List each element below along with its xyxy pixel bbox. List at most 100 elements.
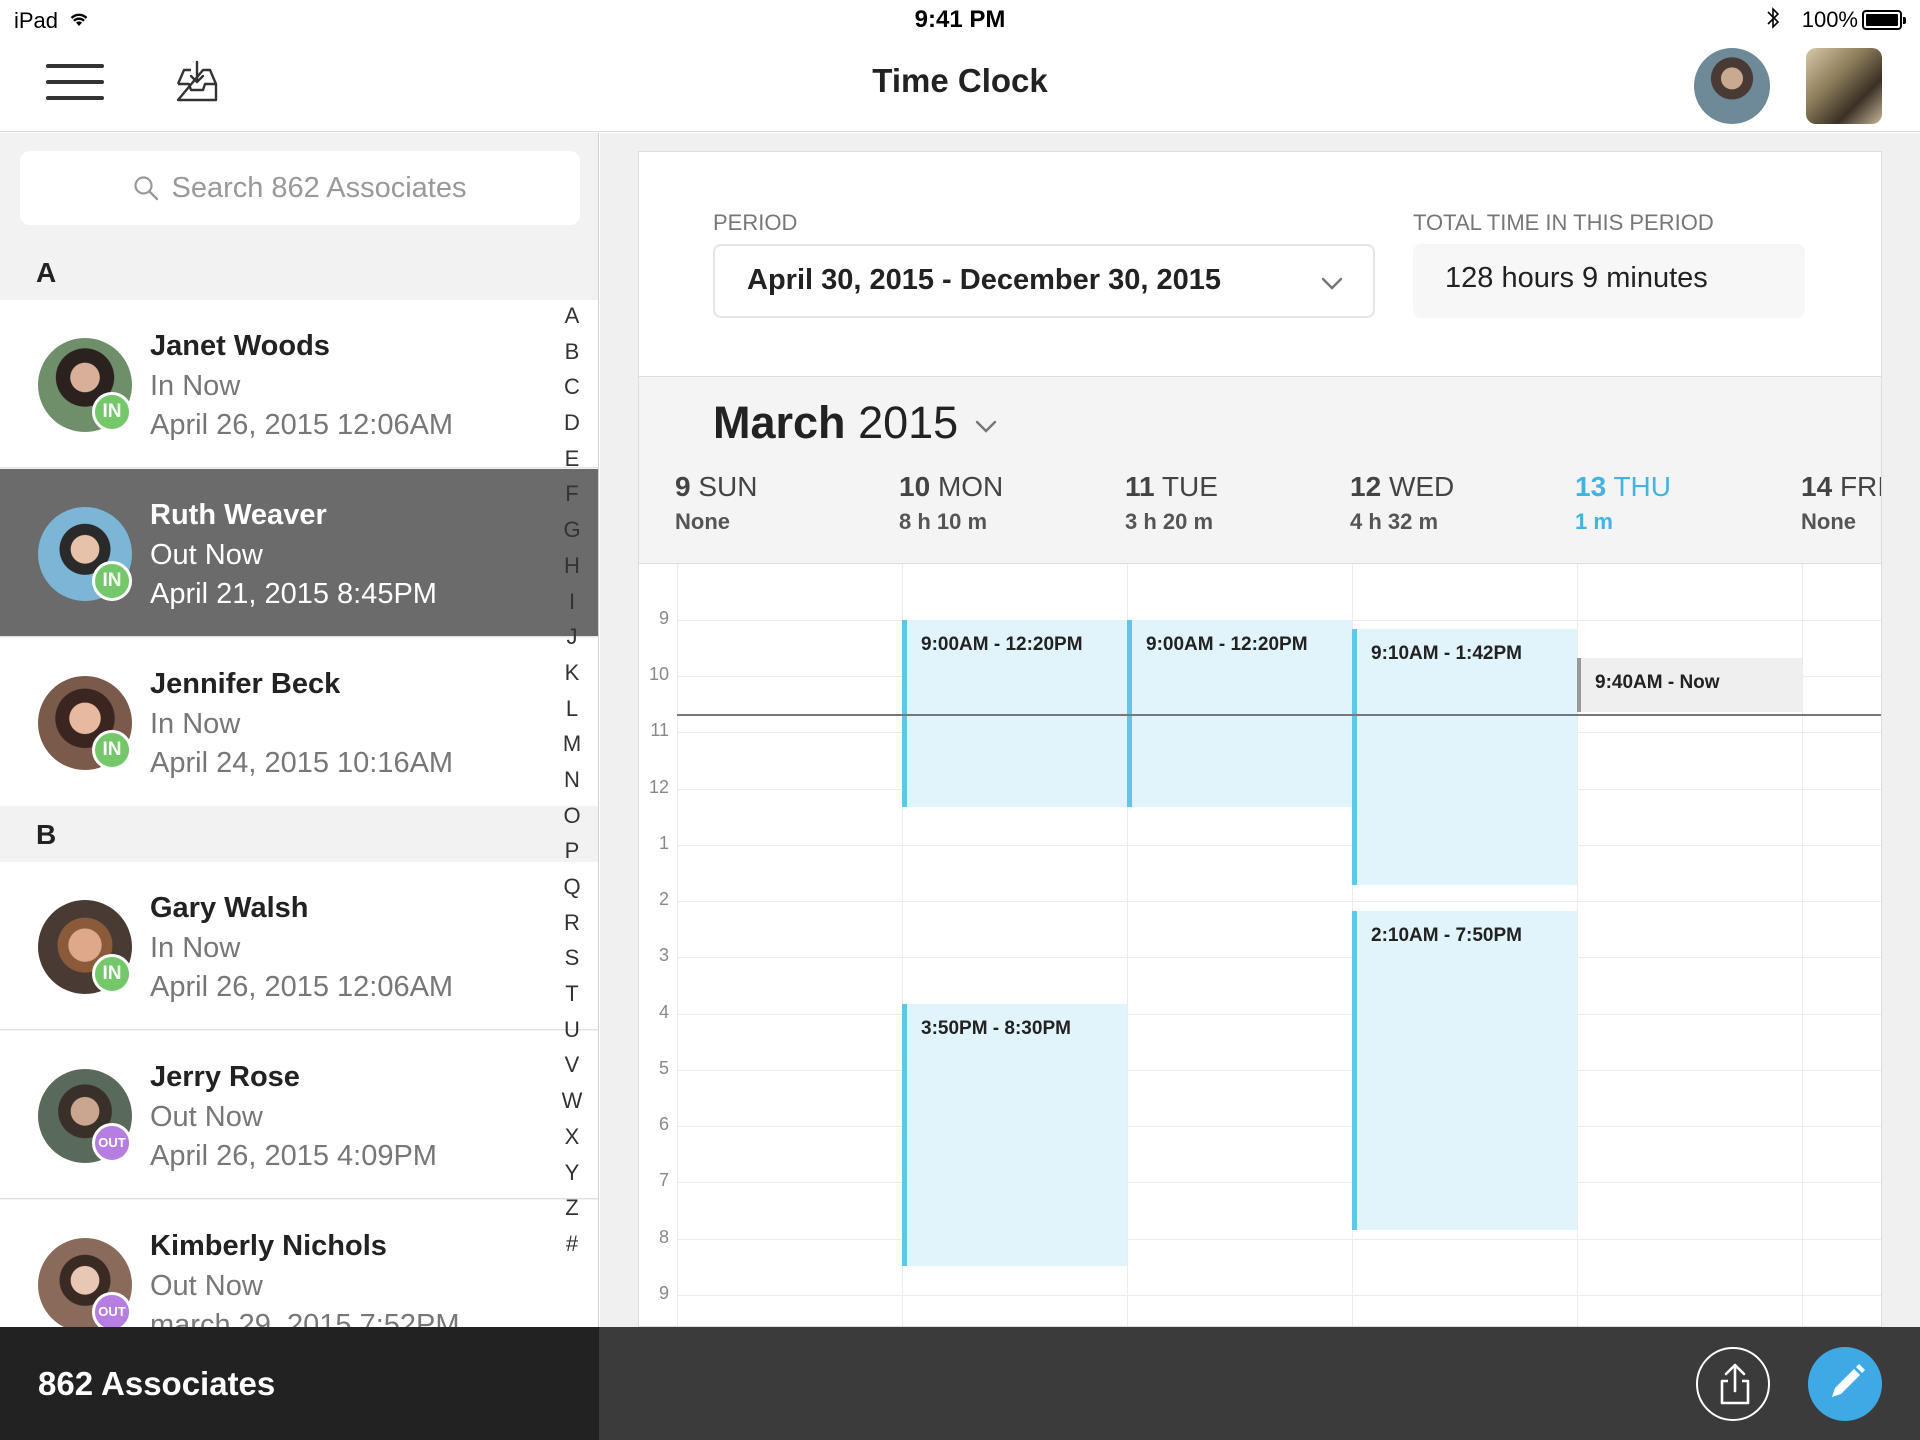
- period-label: PERIOD: [713, 210, 798, 235]
- day-name: MON: [937, 471, 1004, 502]
- day-total: 4 h 32 m: [1350, 509, 1439, 534]
- status-badge: IN: [92, 730, 132, 770]
- list-item-kimberly-nichols[interactable]: OUT Kimberly Nichols Out Now march 29, 2…: [0, 1200, 598, 1327]
- person-name: Kimberly Nichols: [150, 1230, 387, 1262]
- day-column-tue[interactable]: 11 TUE 3 h 20 m: [1125, 471, 1218, 535]
- index-letter[interactable]: E: [552, 446, 592, 482]
- index-letter[interactable]: I: [552, 589, 592, 625]
- index-letter[interactable]: H: [552, 553, 592, 589]
- day-column-wed[interactable]: 12 WED 4 h 32 m: [1350, 471, 1454, 535]
- list-item-gary-walsh[interactable]: IN Gary Walsh In Now April 26, 2015 12:0…: [0, 862, 598, 1030]
- chevron-down-icon: [1321, 277, 1343, 290]
- hour-line: [677, 1239, 1881, 1240]
- day-column-thu[interactable]: 13 THU 1 m: [1575, 471, 1671, 535]
- index-letter[interactable]: U: [552, 1017, 592, 1053]
- day-number: 12: [1350, 471, 1382, 502]
- month-title[interactable]: March 2015: [713, 397, 958, 449]
- hour-label: 11: [650, 720, 669, 740]
- day-number: 14: [1801, 471, 1833, 502]
- index-letter[interactable]: D: [552, 410, 592, 446]
- hour-line: [677, 1126, 1881, 1127]
- time-entry[interactable]: 2:10AM - 7:50PM: [1352, 911, 1577, 1230]
- index-letter[interactable]: X: [552, 1124, 592, 1160]
- index-letter[interactable]: M: [552, 731, 592, 767]
- time-entry[interactable]: 9:10AM - 1:42PM: [1352, 629, 1577, 885]
- person-status: In Now: [150, 932, 241, 964]
- day-column-mon[interactable]: 10 MON 8 h 10 m: [899, 471, 1003, 535]
- active-time-entry[interactable]: 9:40AM - Now: [1577, 658, 1802, 712]
- day-total: 8 h 10 m: [899, 509, 988, 534]
- day-total: 3 h 20 m: [1125, 509, 1214, 534]
- index-letter[interactable]: F: [552, 481, 592, 517]
- chevron-down-icon[interactable]: [973, 413, 999, 439]
- index-letter[interactable]: J: [552, 624, 592, 660]
- total-label: TOTAL TIME IN THIS PERIOD: [1413, 210, 1714, 235]
- index-letter[interactable]: C: [552, 374, 592, 410]
- index-letter[interactable]: #: [552, 1231, 592, 1267]
- person-time: April 26, 2015 12:06AM: [150, 409, 454, 441]
- person-name: Janet Woods: [150, 330, 330, 362]
- day-divider: [677, 564, 678, 1326]
- hour-line: [677, 1070, 1881, 1071]
- person-status: Out Now: [150, 539, 263, 571]
- index-letter[interactable]: L: [552, 696, 592, 732]
- person-status: In Now: [150, 708, 241, 740]
- share-icon: [1720, 1363, 1750, 1405]
- list-item-jerry-rose[interactable]: OUT Jerry Rose Out Now April 26, 2015 4:…: [0, 1031, 598, 1199]
- person-time: April 26, 2015 4:09PM: [150, 1140, 437, 1172]
- pencil-icon: [1832, 1364, 1865, 1397]
- day-name: FRI: [1839, 471, 1882, 502]
- index-letter[interactable]: W: [552, 1088, 592, 1124]
- location-avatar[interactable]: [1806, 48, 1882, 124]
- person-time: April 24, 2015 10:16AM: [150, 747, 454, 779]
- hour-label: 2: [658, 889, 669, 909]
- search-icon: [134, 176, 159, 201]
- person-time: march 29, 2015 7:52PM: [150, 1309, 460, 1327]
- day-column-fri[interactable]: 14 FRI None: [1801, 471, 1882, 535]
- index-letter[interactable]: T: [552, 981, 592, 1017]
- day-total: None: [675, 509, 730, 534]
- day-name: WED: [1388, 471, 1455, 502]
- list-item-jennifer-beck[interactable]: IN Jennifer Beck In Now April 24, 2015 1…: [0, 638, 598, 806]
- day-name: SUN: [698, 471, 758, 502]
- index-letter[interactable]: K: [552, 660, 592, 696]
- share-button[interactable]: [1696, 1347, 1770, 1421]
- section-header-a: A: [0, 245, 598, 300]
- hour-label: 4: [658, 1002, 669, 1022]
- associates-sidebar: Search 862 Associates A IN Janet Woods I…: [0, 133, 599, 1327]
- time-entry[interactable]: 3:50PM - 8:30PM: [902, 1004, 1127, 1266]
- index-letter[interactable]: S: [552, 945, 592, 981]
- person-status: Out Now: [150, 1270, 263, 1302]
- index-letter[interactable]: R: [552, 910, 592, 946]
- day-number: 13: [1575, 471, 1607, 502]
- hour-line: [677, 1014, 1881, 1015]
- index-letter[interactable]: Y: [552, 1160, 592, 1196]
- index-letter[interactable]: N: [552, 767, 592, 803]
- time-grid: 9 10 11 12 1 2 3 4 5 6 7 8 9 9:00AM - 12…: [639, 564, 1881, 1326]
- index-letter[interactable]: Z: [552, 1195, 592, 1231]
- index-letter[interactable]: Q: [552, 874, 592, 910]
- alphabet-index[interactable]: A B C D E F G H I J K L M N O P Q R S T …: [552, 303, 592, 1267]
- hour-line: [677, 901, 1881, 902]
- user-avatar[interactable]: [1694, 48, 1770, 124]
- index-letter[interactable]: A: [552, 303, 592, 339]
- day-column-sun[interactable]: 9 SUN None: [675, 471, 757, 535]
- period-dropdown[interactable]: April 30, 2015 - December 30, 2015: [713, 244, 1375, 318]
- index-letter[interactable]: O: [552, 803, 592, 839]
- index-letter[interactable]: P: [552, 838, 592, 874]
- edit-button[interactable]: [1808, 1347, 1882, 1421]
- person-time: April 26, 2015 12:06AM: [150, 971, 454, 1003]
- index-letter[interactable]: G: [552, 517, 592, 553]
- list-item-janet-woods[interactable]: IN Janet Woods In Now April 26, 2015 12:…: [0, 300, 598, 468]
- day-number: 11: [1125, 471, 1155, 502]
- index-letter[interactable]: V: [552, 1052, 592, 1088]
- index-letter[interactable]: B: [552, 339, 592, 375]
- search-input[interactable]: Search 862 Associates: [20, 151, 580, 225]
- bluetooth-icon: [1766, 6, 1780, 36]
- status-badge: OUT: [92, 1123, 132, 1163]
- day-name: THU: [1613, 471, 1671, 502]
- status-badge: OUT: [92, 1292, 132, 1327]
- timesheet-card: PERIOD April 30, 2015 - December 30, 201…: [638, 151, 1882, 1327]
- list-item-ruth-weaver[interactable]: IN Ruth Weaver Out Now April 21, 2015 8:…: [0, 469, 598, 637]
- hour-label: 12: [648, 777, 669, 797]
